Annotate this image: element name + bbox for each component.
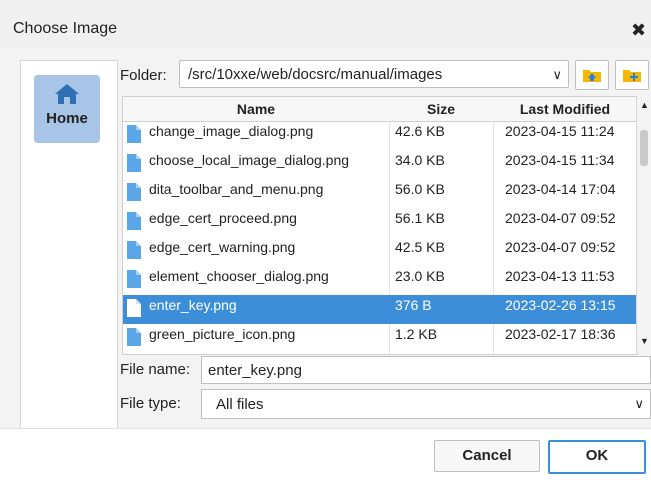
file-modified-cell: 2023-04-07 09:52 [505, 239, 616, 255]
file-modified-cell: 2023-04-15 11:34 [505, 152, 615, 168]
folder-up-icon [583, 70, 601, 82]
column-header-size[interactable]: Size [389, 101, 493, 117]
file-name-cell: element_chooser_dialog.png [149, 268, 329, 284]
file-size-cell: 42.6 KB [395, 123, 445, 139]
file-modified-cell: 2023-04-13 11:53 [505, 268, 615, 284]
file-name-cell: edge_cert_proceed.png [149, 210, 297, 226]
new-folder-icon [623, 70, 641, 82]
chevron-down-icon: ∨ [634, 396, 644, 411]
scroll-down-icon[interactable]: ▼ [640, 336, 649, 346]
file-size-cell: 23.0 KB [395, 268, 445, 284]
file-name-cell: change_image_dialog.png [149, 123, 314, 139]
places-sidebar: Home [20, 60, 118, 430]
table-row[interactable]: edge_cert_warning.png 42.5 KB 2023-04-07 0… [123, 237, 637, 266]
file-table: Name Size Last Modified change_image_dia… [122, 96, 638, 355]
scroll-thumb[interactable] [640, 130, 648, 166]
dialog-title: Choose Image [13, 20, 118, 37]
file-icon [127, 241, 141, 262]
new-folder-button[interactable] [615, 60, 649, 90]
file-icon [127, 183, 141, 204]
file-size-cell: 56.0 KB [395, 181, 445, 197]
file-modified-cell: 2023-02-17 18:36 [505, 326, 616, 342]
file-icon [127, 270, 141, 291]
table-row[interactable]: green_picture_icon.png 1.2 KB 2023-02-17 1… [123, 324, 637, 353]
folder-label: Folder: [120, 67, 167, 84]
home-icon [55, 84, 79, 104]
file-name-value: enter_key.png [208, 362, 302, 379]
chevron-down-icon: ∨ [552, 67, 562, 82]
scroll-up-icon[interactable]: ▲ [640, 100, 649, 110]
file-modified-cell: 2023-02-26 13:15 [505, 297, 616, 313]
file-icon [127, 154, 141, 175]
file-modified-cell: 2023-04-15 11:24 [505, 123, 615, 139]
file-size-cell: 42.5 KB [395, 239, 445, 255]
file-icon [127, 299, 141, 320]
table-row[interactable]: dita_toolbar_and_menu.png 56.0 KB 2023-04-… [123, 179, 637, 208]
ok-button[interactable]: OK [548, 440, 646, 474]
table-scrollbar[interactable]: ▲ ▼ [636, 96, 651, 353]
file-icon [127, 328, 141, 349]
file-size-cell: 1.2 KB [395, 326, 438, 342]
table-row[interactable]: enter_key.png 376 B 2023-02-26 13:15 [123, 295, 637, 324]
table-row[interactable]: edge_cert_proceed.png 56.1 KB 2023-04-07 0… [123, 208, 637, 237]
home-place-button[interactable]: Home [34, 75, 100, 143]
parent-folder-button[interactable] [575, 60, 609, 90]
folder-path-select[interactable]: /src/10xxe/web/docsrc/manual/images ∨ [179, 60, 569, 88]
file-icon [127, 125, 141, 146]
file-type-value: All files [216, 396, 264, 413]
close-icon[interactable]: ✖ [631, 20, 646, 41]
home-label: Home [46, 110, 88, 127]
file-name-cell: green_picture_icon.png [149, 326, 296, 342]
file-name-cell: dita_toolbar_and_menu.png [149, 181, 324, 197]
table-header: Name Size Last Modified [123, 97, 637, 122]
cancel-button[interactable]: Cancel [434, 440, 540, 472]
column-header-name[interactable]: Name [123, 101, 389, 117]
file-icon [127, 212, 141, 233]
file-type-select[interactable]: All files ∨ [201, 389, 651, 419]
file-name-cell: enter_key.png [149, 297, 237, 313]
file-name-cell: choose_local_image_dialog.png [149, 152, 350, 168]
file-name-input[interactable]: enter_key.png [201, 356, 651, 384]
file-size-cell: 34.0 KB [395, 152, 445, 168]
table-row[interactable]: choose_local_image_dialog.png 34.0 KB 2023… [123, 150, 637, 179]
table-row[interactable]: element_chooser_dialog.png 23.0 KB 2023-04… [123, 266, 637, 295]
file-modified-cell: 2023-04-07 09:52 [505, 210, 616, 226]
file-size-cell: 56.1 KB [395, 210, 445, 226]
file-size-cell: 376 B [395, 297, 432, 313]
file-modified-cell: 2023-04-14 17:04 [505, 181, 616, 197]
table-row[interactable]: change_image_dialog.png 42.6 KB 2023-04-15… [123, 121, 637, 150]
file-name-cell: edge_cert_warning.png [149, 239, 296, 255]
title-bar: Choose Image ✖ [0, 0, 651, 48]
column-header-modified[interactable]: Last Modified [493, 101, 637, 117]
folder-path-value: /src/10xxe/web/docsrc/manual/images [188, 66, 443, 83]
file-type-label: File type: [120, 395, 181, 412]
file-name-label: File name: [120, 361, 191, 378]
